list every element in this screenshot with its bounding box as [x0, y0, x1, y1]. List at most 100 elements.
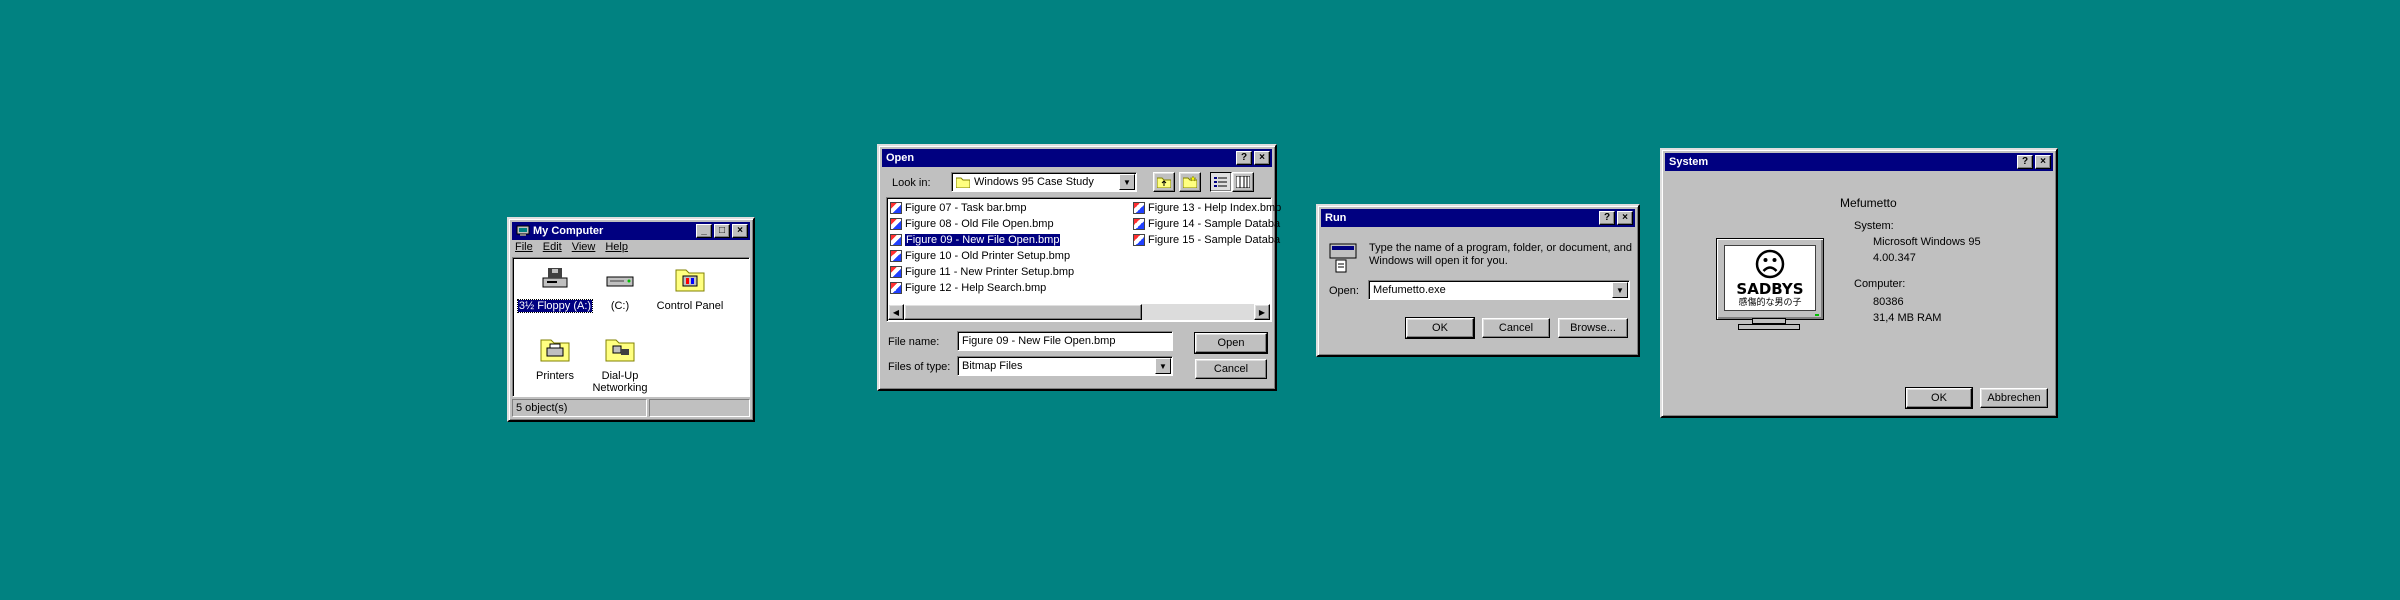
help-button[interactable]: ? — [2017, 155, 2033, 169]
chevron-down-icon[interactable]: ▼ — [1119, 174, 1135, 190]
file-item[interactable]: Figure 10 - Old Printer Setup.bmp — [890, 248, 1070, 263]
close-button[interactable]: × — [732, 224, 748, 238]
minimize-button[interactable]: _ — [696, 224, 712, 238]
list-view-button[interactable] — [1210, 172, 1232, 192]
sad-face-icon — [1755, 249, 1785, 279]
scroll-right-button[interactable]: ▶ — [1254, 304, 1270, 320]
help-button[interactable]: ? — [1236, 151, 1252, 165]
cpu-type: 80386 — [1873, 296, 1904, 308]
help-button[interactable]: ? — [1599, 211, 1615, 225]
menu-help[interactable]: Help — [605, 241, 628, 253]
scroll-left-button[interactable]: ◀ — [888, 304, 904, 320]
control-panel-folder-icon — [675, 269, 705, 292]
file-list: Figure 07 - Task bar.bmp Figure 08 - Old … — [886, 197, 1281, 322]
printers-folder-icon — [540, 339, 570, 362]
file-item[interactable]: Figure 15 - Sample Databa — [1133, 232, 1280, 247]
file-item[interactable]: Figure 08 - Old File Open.bmp — [890, 216, 1054, 231]
run-command-input[interactable]: Mefumetto.exe ▼ — [1368, 280, 1630, 300]
horizontal-scrollbar[interactable]: ◀ ▶ — [888, 304, 1270, 320]
bitmap-file-icon — [1133, 201, 1145, 214]
system-titlebar[interactable]: System ? × — [1665, 153, 2053, 171]
file-item[interactable]: Figure 14 - Sample Databa — [1133, 216, 1280, 231]
window-title: System — [1669, 156, 1709, 168]
computer-icon — [516, 225, 530, 236]
run-icon — [1329, 243, 1357, 273]
status-count: 5 object(s) — [512, 399, 647, 417]
menu-bar: File Edit View Help — [515, 241, 628, 253]
scroll-thumb[interactable] — [904, 304, 1142, 320]
run-dialog: Run ? × Type the name of a program, fold… — [1316, 204, 1640, 357]
icon-view-pane: 3½ Floppy (A:) (C:) Control Panel Printe… — [512, 257, 750, 397]
files-of-type-dropdown[interactable]: Bitmap Files ▼ — [957, 356, 1173, 376]
control-panel[interactable]: Control Panel — [648, 264, 732, 312]
cancel-button[interactable]: Cancel — [1195, 359, 1267, 379]
up-one-level-button[interactable] — [1153, 172, 1175, 192]
file-name-input[interactable]: Figure 09 - New File Open.bmp — [957, 331, 1173, 351]
window-title: My Computer — [533, 225, 604, 237]
file-item[interactable]: Figure 13 - Help Index.bmp — [1133, 200, 1281, 215]
run-command-value: Mefumetto.exe — [1373, 284, 1446, 296]
menu-edit[interactable]: Edit — [543, 241, 562, 253]
look-in-value: Windows 95 Case Study — [974, 176, 1094, 188]
cancel-button[interactable]: Abbrechen — [1980, 388, 2048, 408]
file-item-label: Figure 11 - New Printer Setup.bmp — [905, 265, 1075, 278]
close-button[interactable]: × — [2035, 155, 2051, 169]
details-view-icon — [1236, 176, 1250, 188]
cancel-button[interactable]: Cancel — [1482, 318, 1550, 338]
monitor-graphic: SADBYS 感傷的な男の子 — [1716, 238, 1824, 320]
window-title: Run — [1325, 212, 1347, 224]
open-dialog: Open ? × Look in: Windows 95 Case Study … — [877, 144, 1281, 391]
status-empty — [649, 399, 750, 417]
maximize-button[interactable]: □ — [714, 224, 730, 238]
file-item-label: Figure 10 - Old Printer Setup.bmp — [905, 249, 1071, 262]
ok-button[interactable]: OK — [1905, 387, 1973, 409]
bitmap-file-icon — [890, 265, 902, 278]
new-folder-icon — [1183, 176, 1197, 188]
run-titlebar[interactable]: Run ? × — [1321, 209, 1635, 227]
file-item-label: Figure 08 - Old File Open.bmp — [905, 217, 1054, 230]
folder-up-icon — [1157, 177, 1171, 188]
bitmap-file-icon — [890, 201, 902, 214]
window-title: Open — [886, 152, 915, 164]
monitor-screen: SADBYS 感傷的な男の子 — [1724, 245, 1816, 311]
details-view-button[interactable] — [1232, 172, 1254, 192]
dialup-folder-icon — [605, 339, 635, 362]
ok-button[interactable]: OK — [1405, 317, 1475, 339]
menu-file[interactable]: File — [515, 241, 533, 253]
file-item-label: Figure 12 - Help Search.bmp — [905, 281, 1047, 294]
my-computer-window: My Computer _ □ × File Edit View Help 3½… — [507, 217, 755, 422]
control-panel-label: Control Panel — [656, 300, 724, 312]
file-item-label: Figure 13 - Help Index.bmp — [1148, 201, 1282, 214]
create-new-folder-button[interactable] — [1179, 172, 1201, 192]
monitor-brand: SADBYS — [1736, 280, 1804, 298]
system-label: System: — [1854, 220, 1894, 232]
bitmap-file-icon — [1133, 217, 1145, 230]
dialup-label: Dial-Up Networking — [592, 370, 648, 394]
computer-label: Computer: — [1854, 278, 1906, 290]
file-item[interactable]: Figure 07 - Task bar.bmp — [890, 200, 1026, 215]
hard-drive-icon — [606, 276, 634, 287]
status-bar: 5 object(s) — [512, 399, 750, 417]
system-dialog: System ? × SADBYS 感傷的な男の子 Mefumetto Syst… — [1660, 148, 2058, 418]
chevron-down-icon[interactable]: ▼ — [1155, 358, 1171, 374]
files-of-type-label: Files of type: — [888, 361, 951, 373]
close-button[interactable]: × — [1617, 211, 1633, 225]
close-button[interactable]: × — [1254, 151, 1270, 165]
browse-button[interactable]: Browse... — [1558, 318, 1628, 338]
file-item[interactable]: Figure 09 - New File Open.bmp — [890, 232, 1062, 247]
bitmap-file-icon — [1133, 233, 1145, 246]
file-item-label: Figure 07 - Task bar.bmp — [905, 201, 1027, 214]
file-item-label: Figure 09 - New File Open.bmp — [903, 232, 1062, 247]
file-item[interactable]: Figure 11 - New Printer Setup.bmp — [890, 264, 1074, 279]
open-titlebar[interactable]: Open ? × — [882, 149, 1272, 167]
run-description: Type the name of a program, folder, or d… — [1369, 242, 1632, 267]
chevron-down-icon[interactable]: ▼ — [1612, 282, 1628, 298]
file-item[interactable]: Figure 12 - Help Search.bmp — [890, 280, 1046, 295]
menu-view[interactable]: View — [572, 241, 596, 253]
open-button[interactable]: Open — [1194, 332, 1268, 354]
look-in-dropdown[interactable]: Windows 95 Case Study ▼ — [951, 172, 1137, 192]
dialup-networking[interactable]: Dial-Up Networking — [578, 334, 662, 394]
my-computer-titlebar[interactable]: My Computer _ □ × — [512, 222, 750, 240]
file-name-value: Figure 09 - New File Open.bmp — [962, 335, 1116, 347]
folder-icon — [956, 177, 970, 188]
